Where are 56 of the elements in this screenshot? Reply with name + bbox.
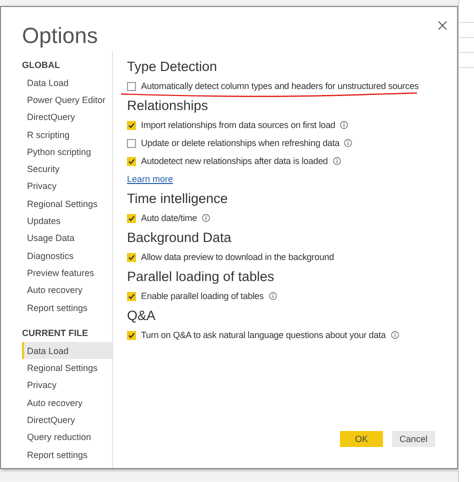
checkbox[interactable] [127, 292, 136, 300]
checkbox-label: Autodetect new relationships after data is loaded [141, 156, 328, 166]
checkbox-label: Automatically detect column types and headers for unstructured sources [141, 81, 419, 91]
info-icon[interactable] [332, 157, 341, 165]
sidebar-item[interactable]: Security [22, 160, 112, 178]
info-icon[interactable] [202, 214, 210, 222]
sidebar-item[interactable]: Report settings [22, 298, 112, 316]
checkbox[interactable] [127, 252, 136, 262]
dialog-title: Options [22, 23, 98, 49]
checkbox-label: Auto date/time [141, 213, 197, 223]
section-heading: Relationships [127, 97, 210, 115]
sidebar-heading: CURRENT FILE [22, 327, 89, 340]
sidebar-item[interactable]: Python scripting [22, 143, 112, 160]
learn-more-link[interactable]: Learn more [127, 170, 174, 188]
checkbox[interactable] [127, 138, 136, 148]
sidebar-heading: GLOBAL [22, 59, 61, 72]
sidebar-item[interactable]: Auto recovery [22, 394, 112, 412]
checkbox[interactable] [127, 82, 136, 90]
sidebar-item[interactable]: DirectQuery [22, 108, 112, 126]
sidebar-item[interactable]: Data Load [22, 74, 112, 92]
sidebar-item[interactable]: Privacy [22, 376, 112, 394]
checkbox-label: Enable parallel loading of tables [141, 291, 264, 301]
sidebar-item[interactable]: Updates [22, 212, 112, 230]
sidebar-item[interactable]: Report settings [22, 446, 112, 464]
checkbox[interactable] [127, 120, 136, 130]
info-icon[interactable] [390, 331, 399, 339]
sidebar-item[interactable]: Data Load [22, 342, 112, 360]
checkbox[interactable] [127, 214, 136, 222]
ok-button[interactable]: OK [340, 431, 383, 447]
section-heading: Type Detection [127, 58, 218, 76]
checkbox-label: Turn on Q&A to ask natural language questions about your data [141, 330, 386, 340]
info-icon[interactable] [340, 121, 348, 129]
sidebar-item[interactable]: Query reduction [22, 428, 112, 446]
section-heading: Background Data [127, 229, 232, 247]
sidebar-item[interactable]: R scripting [22, 126, 112, 144]
sidebar-item[interactable]: Regional Settings [22, 359, 112, 377]
cancel-button[interactable]: Cancel [392, 431, 435, 447]
section-heading: Time intelligence [127, 190, 229, 208]
section-heading: Q&A [127, 307, 157, 325]
info-icon[interactable] [344, 139, 352, 147]
info-icon[interactable] [268, 292, 277, 300]
checkbox[interactable] [127, 330, 136, 340]
sidebar-item[interactable]: Preview features [22, 264, 112, 282]
section-heading: Parallel loading of tables [127, 268, 276, 286]
sidebar-item[interactable]: Power Query Editor [22, 91, 112, 109]
checkbox-label: Update or delete relationships when refreshing data [141, 138, 340, 148]
checkbox-label: Import relationships from data sources on first load [141, 120, 336, 130]
checkbox-label: Allow data preview to download in the background [141, 252, 334, 262]
sidebar-item[interactable]: Auto recovery [22, 282, 112, 299]
sidebar-item[interactable]: Privacy [22, 178, 112, 196]
checkbox[interactable] [127, 156, 136, 166]
close-icon[interactable] [438, 21, 447, 30]
sidebar-item[interactable]: Usage Data [22, 230, 112, 247]
sidebar-item[interactable]: DirectQuery [22, 411, 112, 429]
sidebar-item[interactable]: Diagnostics [22, 246, 112, 264]
sidebar-item[interactable]: Regional Settings [22, 195, 112, 212]
